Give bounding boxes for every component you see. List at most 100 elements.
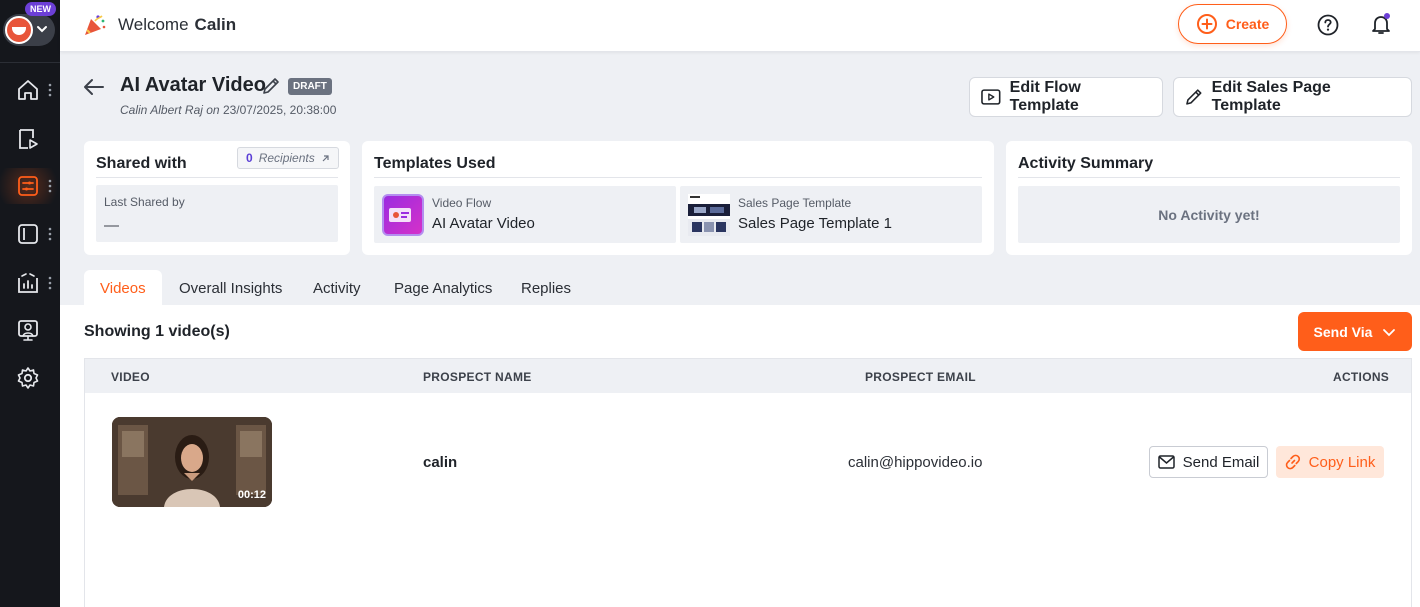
video-flow-thumbnail-art <box>389 208 411 222</box>
template-name: Sales Page Template 1 <box>738 215 892 232</box>
last-shared-label: Last Shared by <box>104 195 185 209</box>
template-video-flow[interactable]: Video Flow AI Avatar Video <box>374 186 676 243</box>
recipients-button[interactable]: 0 Recipients <box>237 147 339 169</box>
edit-flow-template-label: Edit Flow Template <box>1009 79 1081 114</box>
party-popper-icon <box>85 15 106 35</box>
edit-flow-template-button[interactable]: Edit Flow Template <box>969 77 1163 117</box>
home-icon <box>18 80 38 100</box>
prospect-email: calin@hippovideo.io <box>848 454 983 471</box>
analytics-icon <box>18 273 38 293</box>
tab-videos[interactable]: Videos <box>84 270 162 306</box>
sidebar-item-flows[interactable] <box>0 168 60 204</box>
notification-bell-icon[interactable] <box>1369 12 1393 36</box>
sidebar-item-analytics[interactable] <box>0 265 60 301</box>
chevron-down-icon <box>37 26 47 33</box>
copy-link-label: Copy Link <box>1308 453 1376 471</box>
card-divider <box>96 177 338 178</box>
welcome-text: Welcome <box>118 15 189 34</box>
plus-circle-icon <box>1196 14 1217 34</box>
sidebar-item-home[interactable] <box>0 72 60 108</box>
flow-icon <box>18 176 38 196</box>
send-email-button[interactable]: Send Email <box>1149 446 1268 478</box>
table-header: VIDEO PROSPECT NAME PROSPECT EMAIL ACTIO… <box>85 359 1411 393</box>
activity-empty-box: No Activity yet! <box>1018 186 1400 243</box>
template-sales-page[interactable]: Sales Page Template Sales Page Template … <box>680 186 982 243</box>
tab-overall-insights[interactable]: Overall Insights <box>163 270 298 306</box>
send-via-label: Send Via <box>1313 323 1373 340</box>
more-vertical-icon[interactable] <box>48 82 52 98</box>
status-badge: DRAFT <box>288 78 332 95</box>
more-vertical-icon[interactable] <box>48 226 52 242</box>
template-kind: Sales Page Template <box>738 196 852 210</box>
presenter-icon <box>18 320 38 341</box>
chevron-down-icon <box>1383 328 1396 336</box>
back-arrow-icon[interactable] <box>82 76 106 98</box>
tab-activity[interactable]: Activity <box>297 270 377 306</box>
video-frame-icon <box>981 89 1001 105</box>
page-title: AI Avatar Video <box>120 74 266 96</box>
prospect-name: calin <box>423 454 458 471</box>
user-name: Calin <box>194 15 237 34</box>
top-bar: Welcome Calin Create <box>60 0 1420 52</box>
sidebar-item-videos[interactable] <box>0 121 60 157</box>
recipients-label: Recipients <box>258 151 315 165</box>
welcome-greeting: Welcome Calin <box>82 12 236 38</box>
column-header-prospect-email: PROSPECT EMAIL <box>865 370 976 384</box>
video-play-icon <box>19 129 38 149</box>
sidebar-divider <box>0 62 60 63</box>
brand-logo-icon <box>5 16 33 44</box>
video-duration: 00:12 <box>237 489 266 501</box>
edit-sales-page-template-button[interactable]: Edit Sales Page Template <box>1173 77 1412 117</box>
pencil-icon <box>1186 89 1202 105</box>
sales-page-thumbnail-art <box>688 194 730 236</box>
last-shared-value: — <box>104 217 119 234</box>
activity-empty-text: No Activity yet! <box>1158 206 1260 223</box>
copy-link-button[interactable]: Copy Link <box>1276 446 1384 478</box>
video-thumbnail[interactable]: 00:12 <box>112 417 272 507</box>
column-header-prospect-name: PROSPECT NAME <box>423 370 532 384</box>
mail-icon <box>1157 455 1175 469</box>
videos-table: VIDEO PROSPECT NAME PROSPECT EMAIL ACTIO… <box>84 358 1412 607</box>
shared-with-card: Shared with 0 Recipients Last Shared by … <box>84 141 350 255</box>
column-header-video: VIDEO <box>111 370 150 384</box>
author-label: Calin Albert Raj on <box>120 103 220 117</box>
created-timestamp: 23/07/2025, 20:38:00 <box>222 103 337 117</box>
pencil-icon[interactable] <box>261 76 281 96</box>
recipients-count: 0 <box>246 151 253 165</box>
sidebar-item-presenter[interactable] <box>0 312 60 348</box>
sidebar-item-pages[interactable] <box>0 216 60 252</box>
new-badge: NEW <box>25 2 56 16</box>
send-email-label: Send Email <box>1182 453 1260 471</box>
sidebar: NEW <box>0 0 60 607</box>
card-divider <box>1018 177 1400 178</box>
create-label: Create <box>1225 16 1270 32</box>
edit-sales-page-template-label: Edit Sales Page Template <box>1211 79 1331 114</box>
tab-replies[interactable]: Replies <box>505 270 587 306</box>
activity-summary-card: Activity Summary No Activity yet! <box>1006 141 1412 255</box>
table-row: 00:12 calin calin@hippovideo.io Send Ema… <box>85 393 1411 531</box>
link-icon <box>1285 454 1300 470</box>
template-kind: Video Flow <box>432 196 492 210</box>
templates-used-card: Templates Used Video Flow AI Avatar Vide… <box>362 141 994 255</box>
showing-count: Showing 1 video(s) <box>84 323 230 340</box>
template-name: AI Avatar Video <box>432 215 535 232</box>
tab-page-analytics[interactable]: Page Analytics <box>378 270 508 306</box>
more-vertical-icon[interactable] <box>48 178 52 194</box>
sidebar-item-settings[interactable] <box>0 360 60 396</box>
arrow-up-right-icon <box>322 154 329 161</box>
send-via-button[interactable]: Send Via <box>1298 312 1412 351</box>
page-meta: Calin Albert Raj on 23/07/2025, 20:38:00 <box>120 103 336 117</box>
videos-panel: Showing 1 video(s) Send Via VIDEO PROSPE… <box>60 305 1420 607</box>
account-switcher[interactable]: NEW <box>3 2 56 46</box>
card-divider <box>374 177 982 178</box>
settings-icon <box>17 367 39 389</box>
templates-used-title: Templates Used <box>374 155 496 172</box>
sidebar-panel-icon <box>18 224 38 244</box>
more-vertical-icon[interactable] <box>48 275 52 291</box>
shared-with-title: Shared with <box>96 155 187 172</box>
help-icon[interactable] <box>1317 14 1339 36</box>
activity-summary-title: Activity Summary <box>1018 155 1154 172</box>
video-flow-thumbnail <box>382 194 424 236</box>
create-button[interactable]: Create <box>1178 4 1287 44</box>
sales-page-thumbnail <box>688 194 730 236</box>
